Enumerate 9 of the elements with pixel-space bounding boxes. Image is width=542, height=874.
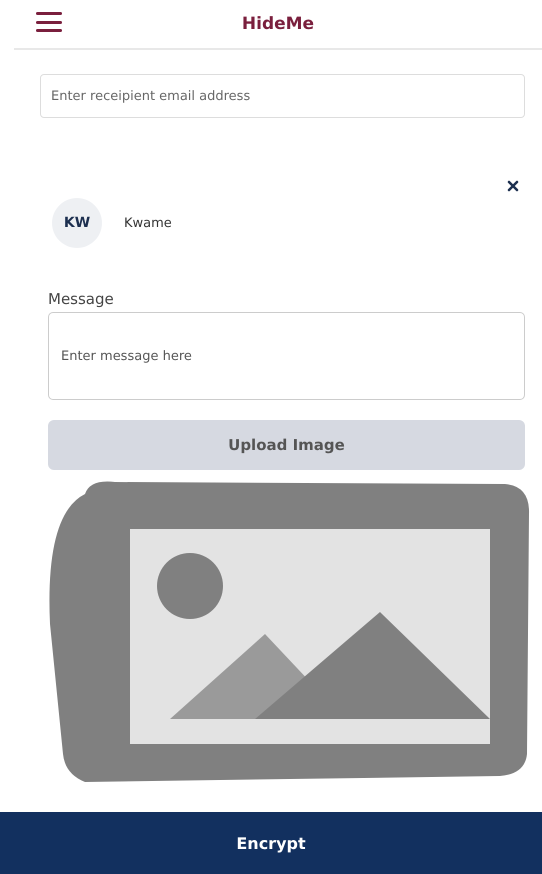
- email-field[interactable]: Enter receipient email address: [40, 74, 525, 118]
- menu-icon[interactable]: [36, 12, 62, 32]
- upload-image-button[interactable]: Upload Image: [48, 420, 525, 470]
- avatar: KW: [52, 198, 102, 248]
- recipient-name: Kwame: [124, 216, 172, 230]
- encrypt-button[interactable]: Encrypt: [0, 812, 542, 874]
- message-label: Message: [48, 290, 115, 308]
- app-title: HideMe: [242, 14, 314, 34]
- message-field[interactable]: Enter message here: [48, 312, 525, 400]
